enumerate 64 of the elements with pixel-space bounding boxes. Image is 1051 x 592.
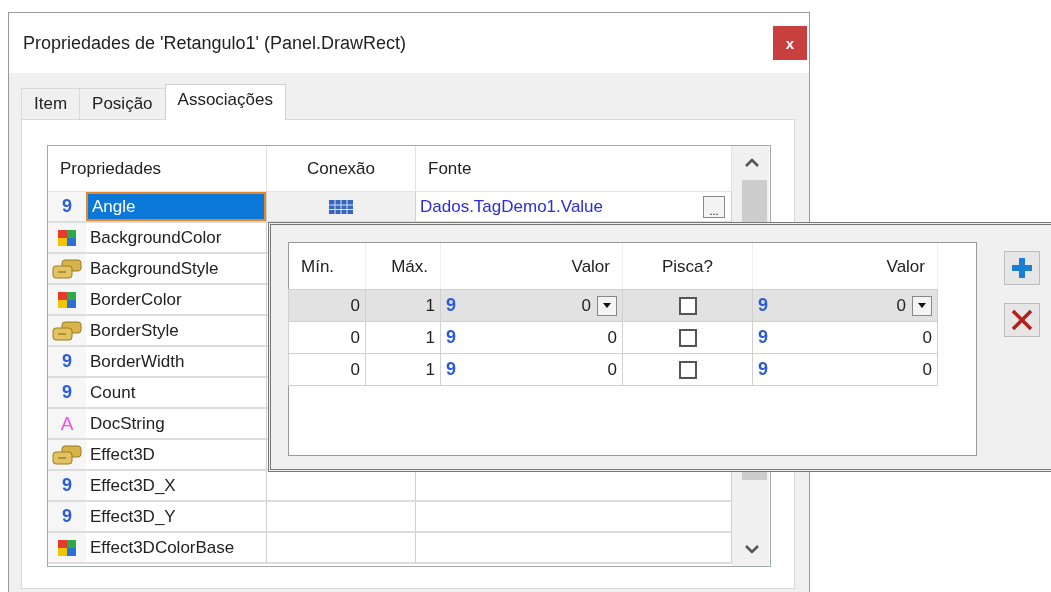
scroll-up-icon[interactable] (745, 158, 759, 167)
source-cell[interactable] (416, 533, 732, 564)
table-grid-icon (329, 199, 353, 214)
color-squares-icon (58, 291, 76, 308)
number-type-icon: 9 (62, 382, 72, 403)
number-type-icon: 9 (446, 327, 456, 348)
connection-cell[interactable] (267, 192, 416, 223)
stacked-cards-icon (52, 444, 82, 465)
delete-x-icon (1011, 309, 1033, 331)
value-field[interactable]: 9 0 (752, 353, 938, 386)
number-type-icon: 9 (758, 359, 768, 380)
close-button[interactable]: x (773, 26, 807, 60)
color-squares-icon (58, 539, 76, 556)
tab[interactable]: Associações (164, 84, 286, 120)
number-type-icon: 9 (758, 327, 768, 348)
tab[interactable]: Item (21, 88, 81, 119)
source-cell[interactable] (416, 502, 732, 533)
text-type-icon: A (60, 412, 74, 435)
blink-checkbox[interactable] (678, 296, 697, 315)
property-name[interactable]: Angle (86, 192, 266, 221)
property-name[interactable]: BackgroundColor (86, 223, 266, 252)
dropdown-button[interactable] (912, 295, 932, 316)
scroll-down-icon[interactable] (745, 545, 759, 554)
browse-button[interactable]: ... (703, 195, 725, 218)
plus-icon (1012, 258, 1032, 278)
number-type-icon: 9 (62, 475, 72, 496)
number-type-icon: 9 (62, 351, 72, 372)
number-type-icon: 9 (446, 295, 456, 316)
source-link[interactable]: Dados.TagDemo1.Value (416, 196, 703, 217)
stacked-cards-icon (52, 258, 82, 279)
number-type-icon: 9 (62, 506, 72, 527)
property-name[interactable]: Effect3D_Y (86, 502, 266, 531)
add-button[interactable] (1004, 251, 1040, 285)
property-name[interactable]: BorderColor (86, 285, 266, 314)
caret-icon (603, 303, 611, 308)
number-type-icon: 9 (758, 295, 768, 316)
property-name[interactable]: Effect3DColorBase (86, 533, 266, 562)
connection-cell[interactable] (267, 533, 416, 564)
connection-cell[interactable] (267, 471, 416, 502)
number-type-icon: 9 (446, 359, 456, 380)
window-title: Propriedades de 'Retangulo1' (Panel.DrawRect) (23, 32, 407, 54)
color-squares-icon (58, 229, 76, 246)
value-field[interactable]: 9 0 (440, 289, 623, 322)
connection-cell[interactable] (267, 502, 416, 533)
value-field[interactable]: 9 0 (752, 289, 938, 322)
blink-checkbox[interactable] (678, 360, 697, 379)
property-name[interactable]: BorderStyle (86, 316, 266, 345)
table-cell[interactable]: 0 (288, 289, 366, 322)
delete-button[interactable] (1004, 303, 1040, 337)
number-type-icon: 9 (62, 196, 72, 217)
caret-icon (918, 303, 926, 308)
property-name[interactable]: Count (86, 378, 266, 407)
source-cell[interactable] (416, 471, 732, 502)
property-name[interactable]: BackgroundStyle (86, 254, 266, 283)
blink-checkbox[interactable] (678, 328, 697, 347)
property-name[interactable]: Effect3D_X (86, 471, 266, 500)
property-name[interactable]: DocString (86, 409, 266, 438)
dropdown-button[interactable] (597, 295, 617, 316)
stacked-cards-icon (52, 320, 82, 341)
property-name[interactable]: BorderWidth (86, 347, 266, 376)
table-cell[interactable]: 1 (365, 289, 441, 322)
property-name[interactable]: Effect3D (86, 440, 266, 469)
source-cell[interactable]: Dados.TagDemo1.Value ... (416, 192, 732, 223)
table-cell[interactable]: 0 (288, 353, 366, 386)
